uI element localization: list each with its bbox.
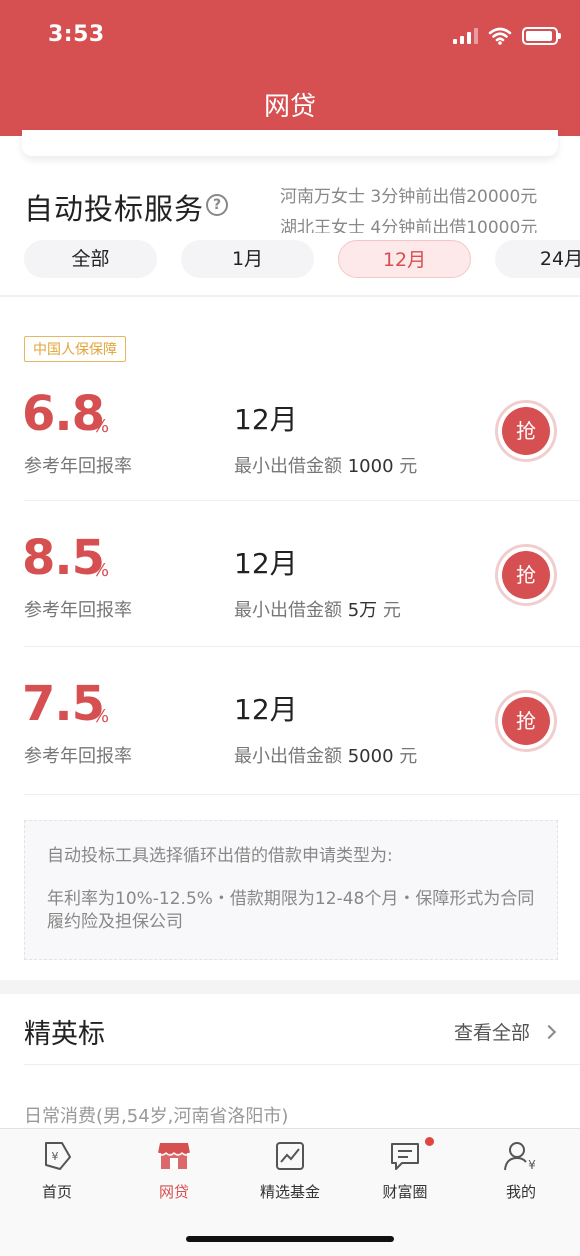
home-tag-icon: ¥ bbox=[45, 1142, 71, 1170]
elite-section-title: 精英标 bbox=[24, 1019, 105, 1050]
grab-button[interactable]: 抢 bbox=[495, 544, 557, 606]
grab-label: 抢 bbox=[502, 551, 550, 599]
page-title: 网贷 bbox=[263, 92, 316, 122]
term-value: 12月 bbox=[234, 547, 298, 580]
product-row[interactable]: 8.5 % 参考年回报率 12月 最小出借金额 5万 元 抢 bbox=[0, 530, 580, 676]
tabbar-label: 首页 bbox=[41, 1183, 72, 1201]
min-amount-unit: 元 bbox=[382, 600, 401, 621]
question-circle-icon[interactable]: ? bbox=[206, 194, 228, 216]
tab-24-months[interactable]: 24月 bbox=[495, 240, 580, 278]
tabbar-label: 网贷 bbox=[158, 1183, 189, 1201]
term-filter-tabs: 全部 1月 12月 24月 bbox=[24, 240, 580, 278]
ticker-line: 湖北王女士 4分钟前出借10000元 bbox=[280, 218, 538, 233]
user-yen-icon: ¥ bbox=[504, 1142, 536, 1172]
min-amount-label: 最小出借金额 bbox=[234, 600, 342, 621]
product-row[interactable]: 7.5 % 参考年回报率 12月 最小出借金额 5000 元 抢 bbox=[0, 676, 580, 822]
grab-button[interactable]: 抢 bbox=[495, 400, 557, 462]
rate-label: 参考年回报率 bbox=[24, 746, 132, 767]
tab-all[interactable]: 全部 bbox=[24, 240, 157, 278]
insurance-badge: 中国人保保障 bbox=[24, 336, 126, 362]
tabbar-item-home[interactable]: ¥ 首页 bbox=[7, 1139, 107, 1202]
signal-icon bbox=[453, 28, 478, 44]
wifi-icon bbox=[488, 27, 512, 45]
chart-icon bbox=[276, 1142, 304, 1170]
min-amount: 最小出借金额 5万 元 bbox=[234, 596, 401, 622]
auto-bid-service-title: 自动投标服务 bbox=[24, 192, 205, 226]
status-icons bbox=[453, 24, 561, 48]
storefront-icon bbox=[157, 1143, 191, 1169]
term-value: 12月 bbox=[234, 403, 298, 436]
tabbar-item-mine[interactable]: ¥ 我的 bbox=[471, 1139, 571, 1202]
svg-text:¥: ¥ bbox=[52, 1150, 59, 1163]
grab-button[interactable]: 抢 bbox=[495, 690, 557, 752]
rate-unit: % bbox=[92, 706, 110, 727]
header: 3:53 网贷 bbox=[0, 0, 580, 136]
banner-card-edge bbox=[22, 130, 558, 156]
min-amount: 最小出借金额 1000 元 bbox=[234, 452, 417, 478]
tabbar-label: 精选基金 bbox=[259, 1183, 320, 1201]
row-divider bbox=[24, 646, 580, 647]
rate-label: 参考年回报率 bbox=[24, 456, 132, 477]
divider bbox=[0, 295, 580, 297]
grab-label: 抢 bbox=[502, 407, 550, 455]
tab-1-month[interactable]: 1月 bbox=[181, 240, 314, 278]
activity-ticker: 河南万女士 3分钟前出借20000元 湖北王女士 4分钟前出借10000元 bbox=[280, 183, 580, 233]
auto-bid-notice: 自动投标工具选择循环出借的借款申请类型为: 年利率为10%-12.5%・借款期限… bbox=[24, 820, 558, 960]
tabbar-label: 我的 bbox=[505, 1183, 536, 1201]
see-all-label: 查看全部 bbox=[453, 1022, 530, 1044]
tabbar-item-p2p[interactable]: 网贷 bbox=[124, 1139, 224, 1202]
min-amount-unit: 元 bbox=[399, 746, 418, 767]
chevron-right-icon bbox=[541, 1024, 557, 1040]
row-divider bbox=[24, 500, 580, 501]
grab-label: 抢 bbox=[502, 697, 550, 745]
tabbar-label: 财富圈 bbox=[382, 1183, 428, 1201]
home-indicator bbox=[186, 1236, 394, 1242]
row-divider bbox=[24, 1064, 580, 1065]
min-amount-unit: 元 bbox=[399, 456, 418, 477]
svg-text:¥: ¥ bbox=[528, 1158, 536, 1172]
min-amount-label: 最小出借金额 bbox=[234, 456, 342, 477]
rate-label: 参考年回报率 bbox=[24, 600, 132, 621]
section-gap bbox=[0, 980, 580, 994]
elite-loan-preview[interactable]: 日常消费(男,54岁,河南省洛阳市) bbox=[24, 1102, 288, 1128]
min-amount-value: 5万 bbox=[347, 600, 378, 621]
min-amount-label: 最小出借金额 bbox=[234, 746, 342, 767]
tabbar-item-wealth-circle[interactable]: 财富圈 bbox=[355, 1137, 455, 1202]
min-amount: 最小出借金额 5000 元 bbox=[234, 742, 417, 768]
tabbar-item-funds[interactable]: 精选基金 bbox=[240, 1139, 340, 1202]
notification-dot bbox=[425, 1137, 434, 1146]
product-row[interactable]: 6.8 % 参考年回报率 12月 最小出借金额 1000 元 抢 bbox=[0, 386, 580, 532]
screen: 3:53 网贷 自动投标服务 ? 河南万女士 3分钟前出借20000元 湖北王女… bbox=[0, 0, 580, 1256]
see-all-link[interactable]: 查看全部 bbox=[453, 1018, 557, 1045]
chat-bubble-icon bbox=[391, 1143, 419, 1170]
rate-unit: % bbox=[92, 560, 110, 581]
notice-line: 年利率为10%-12.5%・借款期限为12-48个月・保障形式为合同履约险及担保… bbox=[47, 889, 535, 932]
min-amount-value: 1000 bbox=[347, 456, 394, 477]
term-value: 12月 bbox=[234, 693, 298, 726]
ticker-line: 河南万女士 3分钟前出借20000元 bbox=[280, 187, 538, 207]
row-divider bbox=[24, 794, 580, 795]
notice-line: 自动投标工具选择循环出借的借款申请类型为: bbox=[47, 846, 393, 866]
rate-unit: % bbox=[92, 416, 110, 437]
min-amount-value: 5000 bbox=[347, 746, 394, 767]
tab-12-months[interactable]: 12月 bbox=[338, 240, 471, 278]
status-time: 3:53 bbox=[48, 22, 105, 47]
battery-icon bbox=[522, 27, 561, 45]
